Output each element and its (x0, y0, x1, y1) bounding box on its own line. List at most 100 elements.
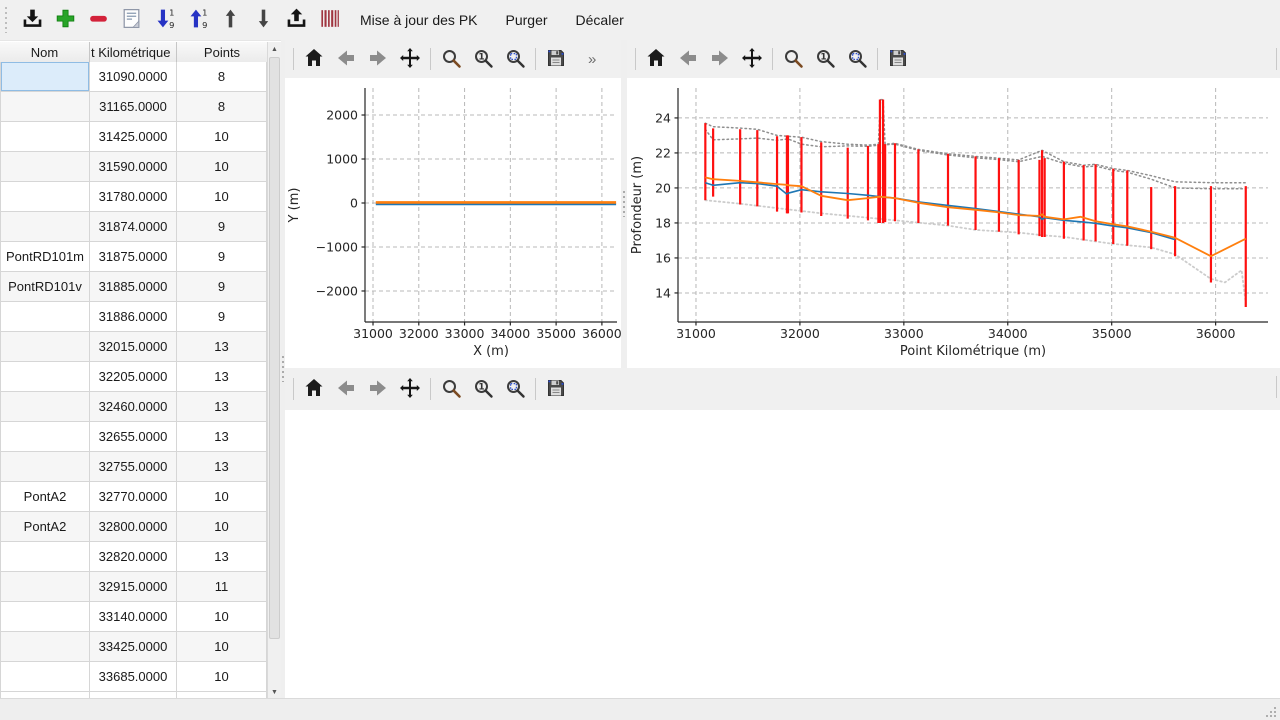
zoom-region-button[interactable] (501, 375, 529, 403)
table-cell[interactable] (0, 332, 90, 362)
table-cell[interactable]: 31780.0000 (90, 182, 177, 212)
xy-chart[interactable]: 310003200033000340003500036000−2000−1000… (285, 78, 621, 368)
table-cell[interactable]: 8 (177, 92, 267, 122)
table-cell[interactable] (0, 422, 90, 452)
table-cell[interactable]: 32460.0000 (90, 392, 177, 422)
forward-button[interactable] (364, 45, 392, 73)
table-cell[interactable] (0, 62, 90, 92)
table-cell[interactable]: 33685.0000 (90, 662, 177, 692)
table-cell[interactable]: 32015.0000 (90, 332, 177, 362)
table-cell[interactable]: 31090.0000 (90, 62, 177, 92)
zoom-one-button[interactable]: 1 (811, 45, 839, 73)
table-cell[interactable] (0, 572, 90, 602)
table-cell[interactable]: 10 (177, 512, 267, 542)
table-cell[interactable]: PontRD101m (0, 242, 90, 272)
table-cell[interactable] (0, 542, 90, 572)
table-cell[interactable] (0, 392, 90, 422)
back-button[interactable] (332, 45, 360, 73)
table-cell[interactable]: 32205.0000 (90, 362, 177, 392)
table-cell[interactable]: 13 (177, 362, 267, 392)
column-header-nom[interactable]: Nom (0, 42, 90, 62)
table-cell[interactable]: 13 (177, 392, 267, 422)
profile-chart[interactable]: 3100032000330003400035000360001416182022… (627, 78, 1280, 368)
table-cell[interactable] (0, 152, 90, 182)
table-cell[interactable] (0, 452, 90, 482)
notes-button[interactable] (116, 4, 147, 36)
pan-button[interactable] (396, 375, 424, 403)
table-cell[interactable]: 31590.0000 (90, 152, 177, 182)
remove-row-button[interactable] (83, 4, 114, 36)
column-header-point-kilometrique[interactable]: t Kilométrique (90, 42, 177, 62)
xy-chart-canvas[interactable]: 310003200033000340003500036000−2000−1000… (285, 78, 621, 368)
table-cell[interactable]: 13 (177, 422, 267, 452)
table-cell[interactable]: 9 (177, 212, 267, 242)
table-cell[interactable]: 8 (177, 62, 267, 92)
table-cell[interactable]: 10 (177, 632, 267, 662)
save-button[interactable] (542, 375, 570, 403)
table-cell[interactable]: 32915.0000 (90, 572, 177, 602)
table-cell[interactable] (0, 362, 90, 392)
zoom-button[interactable] (437, 45, 465, 73)
table-cell[interactable]: 10 (177, 662, 267, 692)
forward-button[interactable] (706, 45, 734, 73)
scroll-up-icon[interactable]: ▲ (268, 42, 281, 56)
pan-button[interactable] (738, 45, 766, 73)
table-cell[interactable]: 31885.0000 (90, 272, 177, 302)
table-cell[interactable] (0, 212, 90, 242)
table-cell[interactable]: 9 (177, 242, 267, 272)
home-button[interactable] (642, 45, 670, 73)
table-cell[interactable] (0, 182, 90, 212)
sort-ascending-button[interactable]: 19 (182, 4, 213, 36)
save-button[interactable] (884, 45, 912, 73)
zoom-region-button[interactable] (843, 45, 871, 73)
zoom-one-button[interactable]: 1 (469, 375, 497, 403)
scroll-down-icon[interactable]: ▼ (268, 685, 281, 699)
table-cell[interactable]: 10 (177, 482, 267, 512)
back-button[interactable] (332, 375, 360, 403)
table-cell[interactable] (0, 662, 90, 692)
table-cell[interactable] (0, 122, 90, 152)
zoom-button[interactable] (437, 375, 465, 403)
table-cell[interactable] (0, 302, 90, 332)
table-cell[interactable]: PontA2 (0, 512, 90, 542)
shift-button[interactable]: Décaler (564, 4, 636, 36)
add-row-button[interactable] (50, 4, 81, 36)
table-cell[interactable]: 11 (177, 572, 267, 602)
table-cell[interactable]: 31875.0000 (90, 242, 177, 272)
zoom-button[interactable] (779, 45, 807, 73)
table-cell[interactable]: PontA2 (0, 482, 90, 512)
table-cell[interactable]: 10 (177, 602, 267, 632)
update-pk-button[interactable]: Mise à jour des PK (348, 4, 490, 36)
move-up-button[interactable] (215, 4, 246, 36)
save-button[interactable] (542, 45, 570, 73)
table-cell[interactable]: 9 (177, 302, 267, 332)
bottom-chart-canvas[interactable] (285, 410, 1280, 698)
table-cell[interactable]: 32655.0000 (90, 422, 177, 452)
table-cell[interactable]: 13 (177, 542, 267, 572)
pk-lines-button[interactable] (314, 4, 345, 36)
table-cell[interactable]: 13 (177, 332, 267, 362)
table-cell[interactable]: 10 (177, 182, 267, 212)
pan-button[interactable] (396, 45, 424, 73)
export-button[interactable] (281, 4, 312, 36)
table-cell[interactable]: 33140.0000 (90, 602, 177, 632)
table-cell[interactable]: 31425.0000 (90, 122, 177, 152)
profile-chart-canvas[interactable]: 3100032000330003400035000360001416182022… (627, 78, 1280, 368)
home-button[interactable] (300, 45, 328, 73)
scrollbar-thumb[interactable] (269, 57, 280, 639)
table-cell[interactable]: 31874.0000 (90, 212, 177, 242)
toolbar-drag-handle[interactable] (3, 7, 8, 33)
table-cell[interactable]: 32770.0000 (90, 482, 177, 512)
column-header-points[interactable]: Points (177, 42, 267, 62)
table-cell[interactable] (0, 602, 90, 632)
sort-descending-button[interactable]: 19 (149, 4, 180, 36)
table-cell[interactable]: 33425.0000 (90, 632, 177, 662)
table-cell[interactable]: 31886.0000 (90, 302, 177, 332)
table-cell[interactable]: 32755.0000 (90, 452, 177, 482)
import-button[interactable] (17, 4, 48, 36)
toolbar-overflow-button[interactable]: » (588, 51, 595, 68)
table-cell[interactable]: 13 (177, 452, 267, 482)
home-button[interactable] (300, 375, 328, 403)
table-cell[interactable]: 32820.0000 (90, 542, 177, 572)
table-cell[interactable]: 9 (177, 272, 267, 302)
